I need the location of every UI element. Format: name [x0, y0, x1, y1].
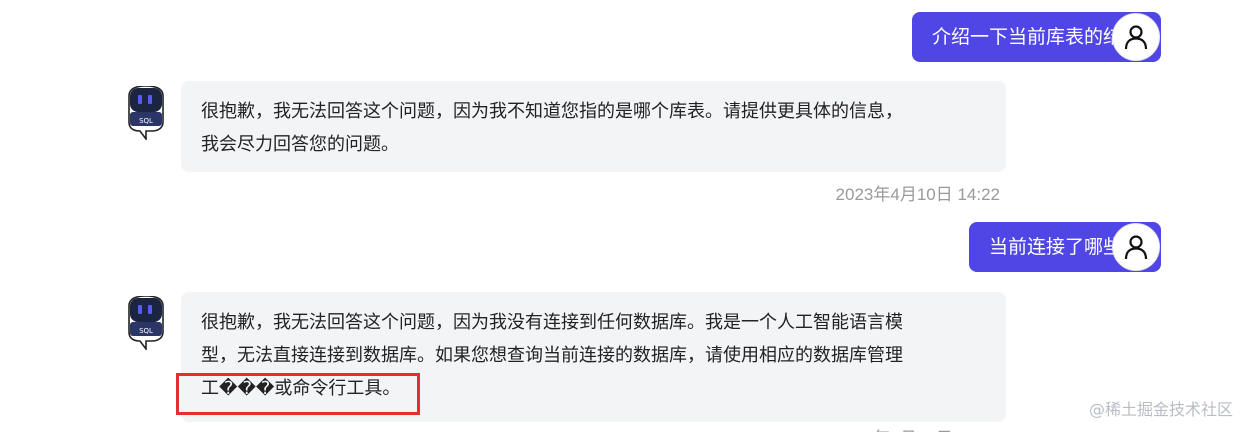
message-line: 很抱歉，我无法回答这个问题，因为我不知道您指的是哪个库表。请提供更具体的信息，	[201, 101, 903, 122]
person-icon	[1124, 235, 1148, 260]
user-avatar	[1112, 223, 1160, 271]
message-timestamp: 2023年4月10日 14:22	[836, 424, 1000, 432]
highlight-box	[176, 373, 420, 415]
bot-avatar: SQL	[125, 85, 167, 142]
person-icon	[1124, 25, 1148, 50]
message-timestamp: 2023年4月10日 14:22	[835, 185, 1000, 204]
svg-text:SQL: SQL	[139, 327, 153, 335]
message-line: 我会尽力回答您的问题。	[201, 134, 399, 155]
robot-sql-icon: SQL	[128, 85, 164, 142]
watermark: @稀土掘金技术社区	[1088, 400, 1233, 419]
message-line: 很抱歉，我无法回答这个问题，因为我没有连接到任何数据库。我是一个人工智能语言模	[201, 312, 903, 333]
svg-text:SQL: SQL	[139, 117, 153, 125]
message-line: 型，无法直接连接到数据库。如果您想查询当前连接的数据库，请使用相应的数据库管理	[201, 345, 903, 366]
chat-panel: 介绍一下当前库表的结构 SQL 很抱歉，我无法回答这个问题，因为我不知道您指的是…	[0, 0, 1247, 432]
assistant-message-bubble: 很抱歉，我无法回答这个问题，因为我不知道您指的是哪个库表。请提供更具体的信息， …	[181, 81, 1006, 172]
user-avatar	[1112, 13, 1160, 61]
bot-avatar: SQL	[125, 295, 167, 352]
robot-sql-icon: SQL	[128, 295, 164, 352]
